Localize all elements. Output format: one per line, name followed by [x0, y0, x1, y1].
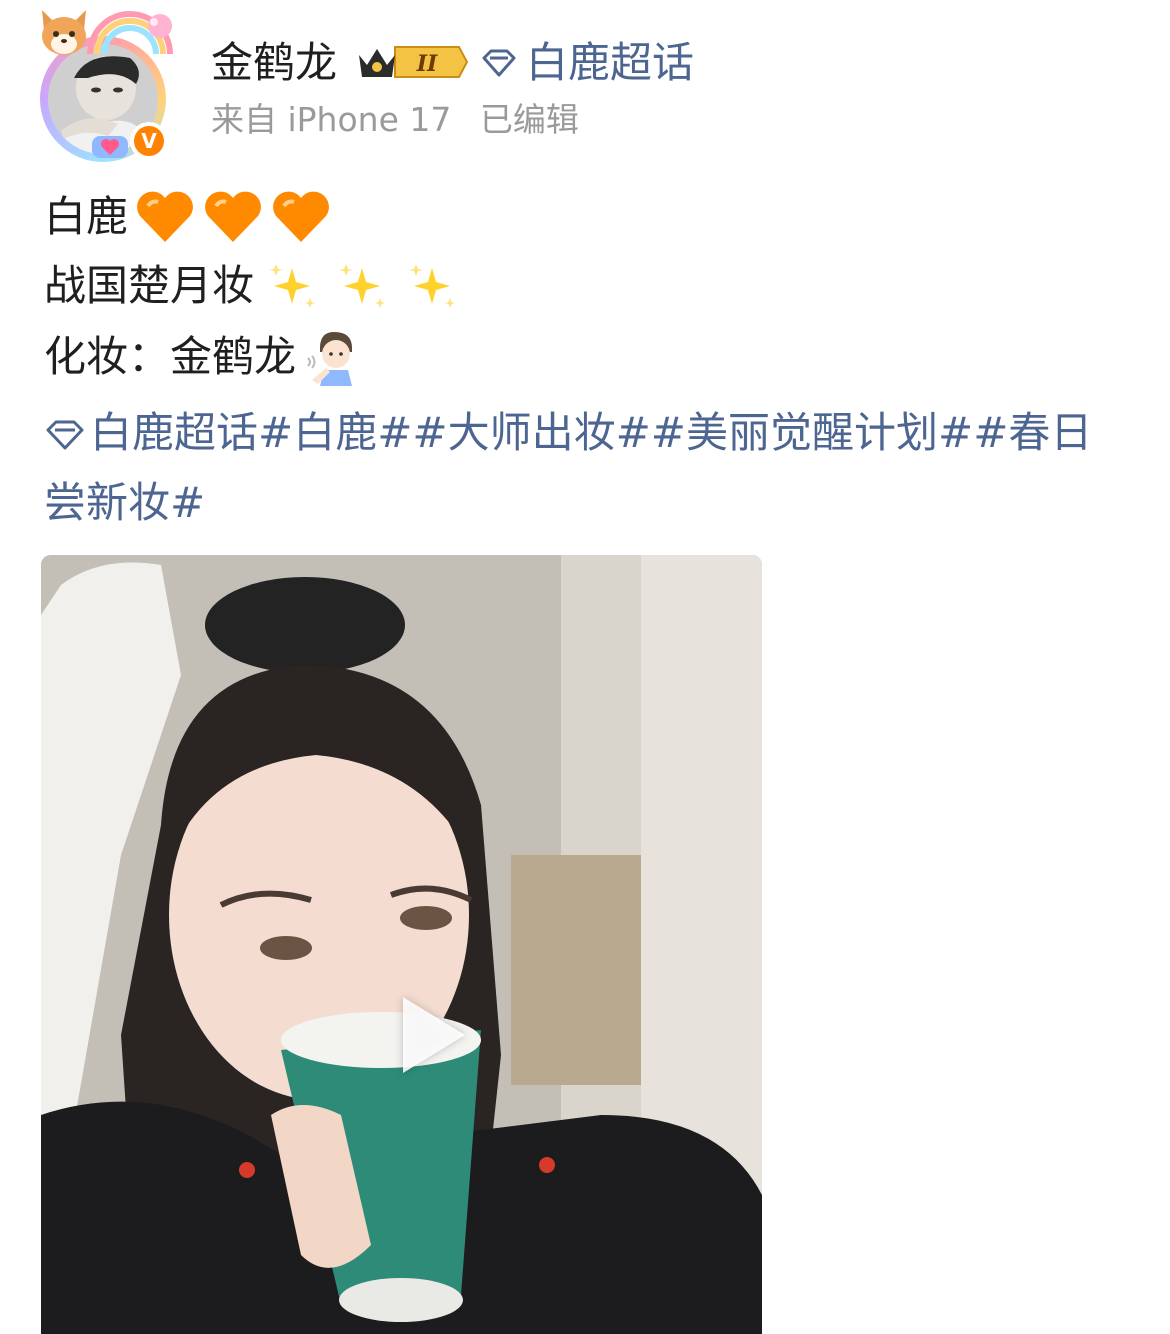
post-text-line-2: 战国楚月妆: [44, 258, 460, 314]
person-gesturing-icon: [307, 332, 353, 386]
post-meta: 来自 iPhone 17 已编辑: [211, 100, 579, 140]
orange-heart-icon: [273, 191, 329, 242]
sparkles-icon: [269, 264, 316, 308]
member-crown-badge-icon[interactable]: II: [355, 41, 469, 83]
post-text-3: 化妆：金鹤龙: [44, 332, 297, 381]
post-text-2: 战国楚月妆: [44, 261, 255, 310]
hashtag-link[interactable]: #大师出妆#: [412, 408, 650, 457]
rainbow-decoration-icon: [87, 11, 173, 55]
sparkles-icon: [339, 264, 386, 308]
post-source: 来自 iPhone 17: [211, 100, 452, 139]
author-name[interactable]: 金鹤龙: [211, 38, 337, 88]
orange-heart-icon: [205, 191, 261, 242]
video-frame-image: [41, 555, 762, 1334]
edited-label[interactable]: 已编辑: [480, 100, 579, 139]
supertopic-diamond-icon: [482, 49, 516, 77]
level-badge-text: II: [416, 51, 438, 77]
sparkles-icon: [409, 264, 456, 308]
post-text-line-1: 白鹿: [44, 188, 332, 246]
hashtag-supertopic-link[interactable]: 白鹿超话: [90, 408, 258, 457]
post-text-1: 白鹿: [44, 192, 129, 241]
hashtag-link[interactable]: #白鹿#: [258, 408, 412, 457]
supertopic-link[interactable]: 白鹿超话: [480, 38, 694, 88]
orange-heart-icon: [137, 191, 193, 242]
hashtag-link[interactable]: #美丽觉醒计划#: [651, 408, 973, 457]
play-icon[interactable]: [403, 997, 465, 1073]
supertopic-label: 白鹿超话: [526, 38, 695, 87]
verified-badge: V: [130, 122, 168, 160]
heart-decoration-icon: [92, 136, 128, 158]
hashtag-block: 白鹿超话#白鹿##大师出妆##美丽觉醒计划##春日尝新妆#: [44, 398, 1124, 538]
post-text-line-3: 化妆：金鹤龙: [44, 328, 360, 386]
author-avatar-frame[interactable]: V: [34, 6, 184, 162]
video-thumbnail[interactable]: [41, 555, 762, 1334]
supertopic-diamond-icon: [46, 420, 84, 450]
